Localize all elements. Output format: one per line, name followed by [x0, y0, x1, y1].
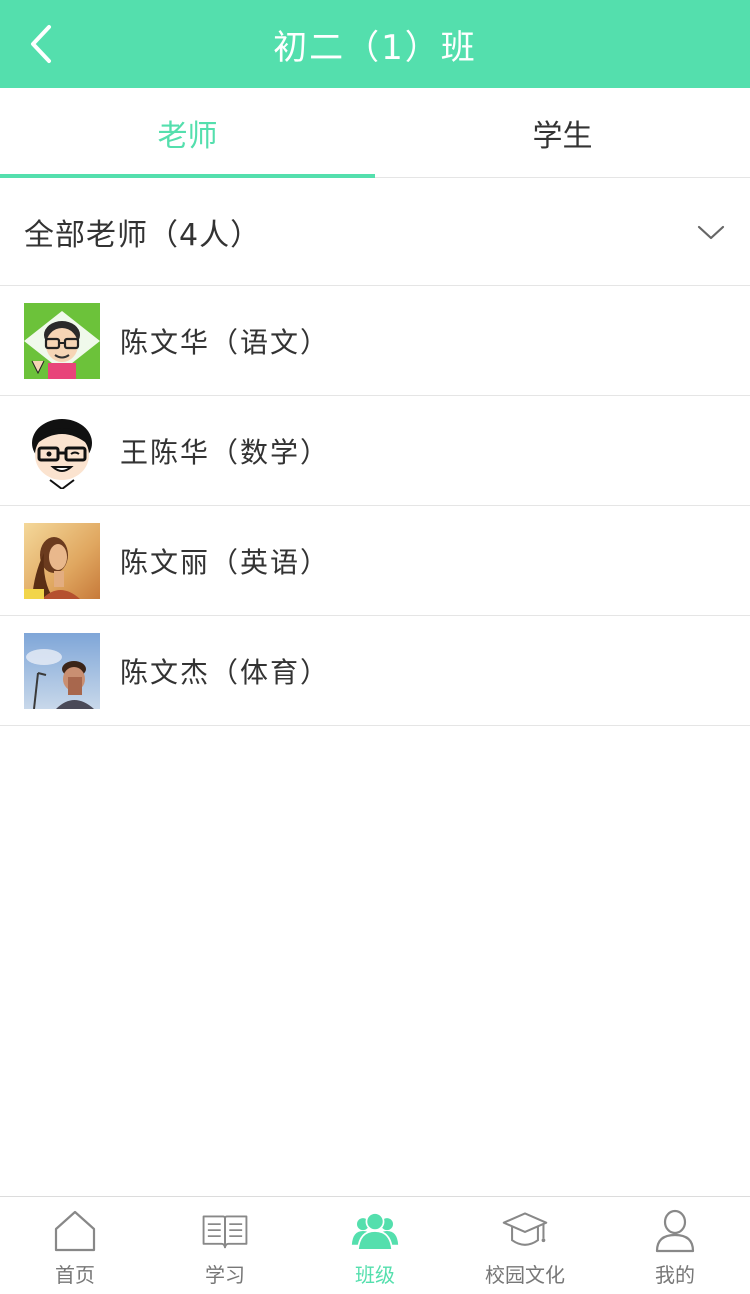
book-icon: [202, 1215, 248, 1249]
cartoon-glasses-avatar: [24, 302, 100, 379]
filter-label: 全部老师（4人）: [24, 217, 262, 253]
chevron-down-icon: [697, 225, 725, 239]
list-item[interactable]: 陈文华（语文）: [0, 286, 750, 396]
teacher-filter-dropdown[interactable]: 全部老师（4人）: [0, 178, 750, 286]
chevron-left-icon: [31, 25, 51, 63]
cartoon-face-avatar: [24, 412, 100, 489]
teacher-list: 陈文华（语文） 王陈华（数学） 陈文丽（英语） 陈文杰（体育）: [0, 286, 750, 726]
tab-bar: 老师 学生: [0, 88, 750, 178]
teacher-name: 陈文丽（英语）: [120, 545, 331, 579]
nav-campus-culture[interactable]: 校园文化: [450, 1197, 600, 1294]
graduation-cap-icon: [502, 1212, 548, 1246]
tab-teachers[interactable]: 老师: [0, 88, 375, 178]
page-title: 初二（1）班: [273, 27, 477, 68]
nav-home[interactable]: 首页: [0, 1197, 150, 1294]
bottom-nav: 首页 学习 班级 校园文化 我的: [0, 1196, 750, 1294]
teacher-name: 陈文杰（体育）: [120, 655, 331, 689]
teacher-name: 陈文华（语文）: [120, 325, 331, 359]
nav-label: 学习: [205, 1263, 245, 1287]
photo-man-sky-avatar: [24, 632, 100, 709]
app-header: 初二（1）班: [0, 0, 750, 88]
list-item[interactable]: 王陈华（数学）: [0, 396, 750, 506]
home-icon: [54, 1210, 96, 1252]
list-item[interactable]: 陈文杰（体育）: [0, 616, 750, 726]
nav-label: 我的: [655, 1263, 695, 1287]
group-icon: [351, 1212, 399, 1251]
nav-class[interactable]: 班级: [300, 1197, 450, 1294]
nav-mine[interactable]: 我的: [600, 1197, 750, 1294]
list-item[interactable]: 陈文丽（英语）: [0, 506, 750, 616]
nav-label: 班级: [355, 1263, 395, 1287]
nav-label: 校园文化: [485, 1263, 565, 1287]
tab-students[interactable]: 学生: [375, 88, 750, 177]
nav-study[interactable]: 学习: [150, 1197, 300, 1294]
teacher-name: 王陈华（数学）: [120, 435, 331, 469]
person-icon: [655, 1209, 695, 1253]
nav-label: 首页: [55, 1263, 95, 1287]
photo-woman-avatar: [24, 522, 100, 599]
back-button[interactable]: [16, 18, 66, 70]
